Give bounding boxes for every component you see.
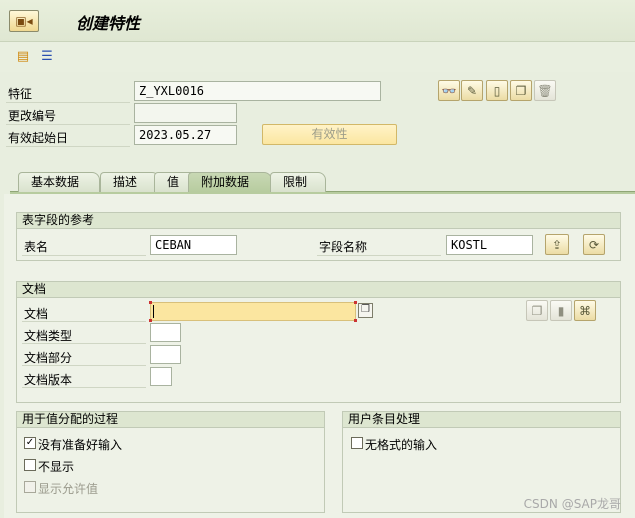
document-label: 文档	[24, 307, 49, 321]
table-name-field[interactable]: CEBAN	[150, 235, 237, 255]
label-underline	[317, 255, 441, 256]
document-search-help[interactable]: ❐	[358, 303, 373, 318]
tab-basic-data[interactable]: 基本数据	[18, 172, 100, 192]
document-version-field[interactable]	[150, 367, 172, 386]
text-cursor	[153, 305, 154, 318]
navigate-field-button[interactable]: ⇪	[545, 234, 569, 255]
valid-from-label: 有效起始日	[8, 131, 69, 145]
copy-button[interactable]: ❐	[510, 80, 532, 101]
label-underline	[6, 102, 130, 103]
refresh-field-button[interactable]: ⟳	[583, 234, 605, 255]
glasses-icon: 👓	[441, 83, 457, 98]
page-title: 创建特性	[76, 14, 141, 33]
copy-icon: ❐	[531, 303, 543, 318]
document-title: 文档	[17, 282, 620, 298]
binoculars-icon: ⌘	[579, 303, 591, 318]
document-field[interactable]	[149, 301, 357, 322]
tab-additional-data[interactable]: 附加数据	[188, 172, 272, 192]
delete-button[interactable]: 🗑	[534, 80, 556, 101]
table-ref-title: 表字段的参考	[17, 213, 620, 229]
unformatted-entry-checkbox[interactable]	[351, 437, 363, 449]
document-icon: ▯	[493, 83, 501, 98]
unformatted-entry-label: 无格式的输入	[365, 438, 438, 452]
label-underline	[22, 343, 146, 344]
change-number-field[interactable]	[134, 103, 237, 123]
tab-restrictions[interactable]: 限制	[270, 172, 326, 192]
doc-display-button[interactable]: ❐	[526, 300, 548, 321]
pencil-icon: ✎	[466, 83, 478, 98]
tab-description[interactable]: 描述	[100, 172, 160, 192]
value-assignment-title: 用于值分配的过程	[17, 412, 324, 428]
change-number-label: 更改编号	[8, 109, 57, 123]
create-icon[interactable]: ▤	[14, 47, 32, 65]
doc-originals-button[interactable]: ▮	[550, 300, 572, 321]
document-part-label: 文档部分	[24, 351, 73, 365]
user-entry-title: 用户条目处理	[343, 412, 620, 428]
navigate-icon: ⇪	[551, 237, 563, 252]
characteristic-label: 特征	[8, 87, 33, 101]
display-change-button[interactable]: 👓	[438, 80, 460, 101]
field-name-field[interactable]: KOSTL	[446, 235, 533, 255]
app-toolbar: ▤ ☰	[0, 42, 635, 72]
focus-marker	[149, 319, 152, 322]
not-ready-for-input-checkbox[interactable]: ✓	[24, 437, 36, 449]
no-display-checkbox[interactable]	[24, 459, 36, 471]
document-type-field[interactable]	[150, 323, 181, 342]
hierarchy-icon[interactable]: ☰	[38, 47, 56, 65]
field-name-label: 字段名称	[319, 240, 368, 254]
watermark: CSDN @SAP龙哥	[523, 497, 621, 511]
system-menu-icon: ▣◂	[15, 14, 33, 28]
focus-marker	[354, 319, 357, 322]
table-name-label: 表名	[24, 240, 49, 254]
label-underline	[22, 321, 146, 322]
display-allowed-values-label: 显示允许值	[38, 482, 99, 496]
validity-button[interactable]: 有效性	[262, 124, 397, 145]
document-icon: ▮	[557, 303, 565, 318]
trash-icon: 🗑	[537, 83, 553, 98]
label-underline	[22, 387, 146, 388]
edit-button[interactable]: ✎	[461, 80, 483, 101]
document-type-label: 文档类型	[24, 329, 73, 343]
copy-icon: ❐	[361, 304, 370, 315]
document-part-field[interactable]	[150, 345, 181, 364]
label-underline	[6, 124, 130, 125]
title-bar: ▣◂ 创建特性	[0, 0, 635, 42]
system-menu-button[interactable]: ▣◂	[9, 10, 39, 32]
focus-marker	[354, 301, 357, 304]
valid-from-field[interactable]: 2023.05.27	[134, 125, 237, 145]
no-display-label: 不显示	[38, 460, 75, 474]
label-underline	[6, 146, 130, 147]
focus-marker	[149, 301, 152, 304]
not-ready-for-input-label: 没有准备好输入	[38, 438, 123, 452]
characteristic-field[interactable]: Z_YXL0016	[134, 81, 381, 101]
display-allowed-values-checkbox	[24, 481, 36, 493]
label-underline	[22, 365, 146, 366]
copy-icon: ❐	[515, 83, 527, 98]
refresh-icon: ⟳	[588, 237, 600, 252]
new-button[interactable]: ▯	[486, 80, 508, 101]
document-version-label: 文档版本	[24, 373, 73, 387]
label-underline	[22, 255, 146, 256]
doc-find-button[interactable]: ⌘	[574, 300, 596, 321]
